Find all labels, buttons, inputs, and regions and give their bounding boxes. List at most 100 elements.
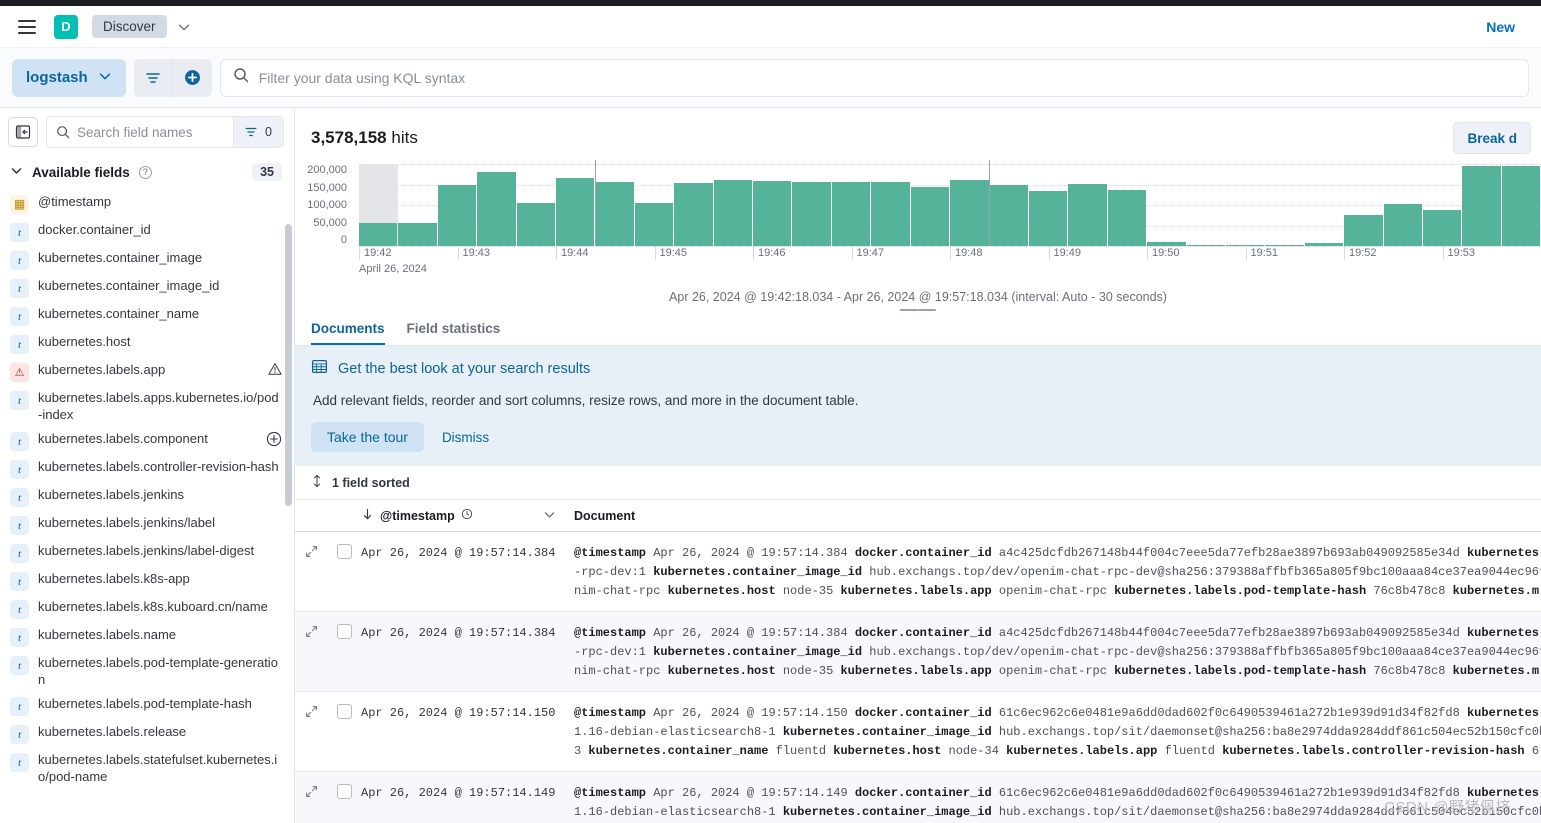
chart-bar[interactable] — [359, 222, 398, 246]
expand-row-icon[interactable] — [295, 532, 327, 611]
menu-icon[interactable] — [14, 14, 40, 40]
add-filter-icon[interactable] — [172, 58, 212, 97]
add-field-icon[interactable] — [260, 431, 282, 447]
table-row[interactable]: Apr 26, 2024 @ 19:57:14.149 @timestamp Ap… — [295, 772, 1541, 823]
row-select-cell[interactable] — [327, 612, 361, 691]
field-list-item[interactable]: t kubernetes.host — [0, 330, 294, 358]
row-select-cell[interactable] — [327, 772, 361, 823]
sidebar-scrollbar[interactable] — [285, 224, 292, 807]
chart-bar[interactable] — [989, 184, 1028, 246]
chart-plot[interactable] — [359, 160, 1541, 247]
chart-bar[interactable] — [831, 181, 871, 246]
chart-bar[interactable] — [556, 177, 595, 246]
chart-bar[interactable] — [516, 202, 556, 246]
field-search-input[interactable] — [77, 124, 234, 140]
chart-bar[interactable] — [477, 172, 516, 246]
sort-bar[interactable]: 1 field sorted — [295, 466, 1541, 500]
field-list-item[interactable]: t kubernetes.labels.jenkins/label-digest — [0, 539, 294, 567]
sidebar-scroll-thumb[interactable] — [285, 224, 292, 506]
field-list-item[interactable]: t kubernetes.labels.statefulset.kubernete… — [0, 748, 294, 789]
take-the-tour-button[interactable]: Take the tour — [311, 422, 424, 452]
chart-bar[interactable] — [1265, 245, 1304, 246]
field-list-item[interactable]: t kubernetes.labels.name — [0, 623, 294, 651]
column-menu-icon[interactable] — [543, 508, 568, 524]
help-icon[interactable]: ? — [138, 165, 152, 179]
chart-bar[interactable] — [1501, 166, 1541, 246]
available-fields-label: Available fields — [32, 164, 130, 180]
field-list-item[interactable]: t kubernetes.labels.pod-template-hash — [0, 692, 294, 720]
chart-bar[interactable] — [674, 183, 713, 246]
doc-field-value: Apr 26, 2024 @ 19:57:14.150 — [653, 706, 848, 720]
breadcrumb[interactable]: Discover — [92, 15, 167, 38]
field-list-item[interactable]: t kubernetes.labels.release — [0, 720, 294, 748]
chart-bar[interactable] — [1462, 166, 1501, 246]
tab-documents[interactable]: Documents — [311, 314, 385, 345]
chart-bar[interactable] — [871, 182, 910, 246]
row-checkbox[interactable] — [336, 624, 352, 639]
field-list-item[interactable]: t kubernetes.container_name — [0, 302, 294, 330]
field-list-item[interactable]: t kubernetes.labels.jenkins/label — [0, 511, 294, 539]
expand-row-icon[interactable] — [295, 612, 327, 691]
chart-bar[interactable] — [910, 187, 950, 246]
chart-bar[interactable] — [792, 182, 831, 246]
row-checkbox[interactable] — [336, 544, 352, 559]
field-list-item[interactable]: ▦ @timestamp — [0, 190, 294, 218]
field-list-item[interactable]: t kubernetes.labels.apps.kubernetes.io/po… — [0, 386, 294, 427]
chart-bar[interactable] — [1147, 241, 1186, 246]
field-list-item[interactable]: t kubernetes.labels.k8s.kuboard.cn/name — [0, 595, 294, 623]
chart-bar[interactable] — [753, 181, 792, 246]
kql-search-bar[interactable] — [219, 58, 1529, 97]
chart-bar[interactable] — [1344, 215, 1383, 246]
new-button[interactable]: New — [1486, 19, 1515, 35]
chart-bar[interactable] — [1107, 189, 1147, 246]
field-list-item[interactable]: t kubernetes.labels.k8s-app — [0, 567, 294, 595]
table-row[interactable]: Apr 26, 2024 @ 19:57:14.384 @timestamp Ap… — [295, 612, 1541, 692]
field-list-item[interactable]: t kubernetes.container_image_id — [0, 274, 294, 302]
expand-row-icon[interactable] — [295, 772, 327, 823]
chevron-down-icon[interactable] — [177, 20, 191, 34]
timestamp-column-header[interactable]: @timestamp — [361, 508, 568, 524]
table-row[interactable]: Apr 26, 2024 @ 19:57:14.384 @timestamp Ap… — [295, 532, 1541, 612]
chart-bar[interactable] — [437, 185, 477, 246]
field-list[interactable]: ▦ @timestamp t docker.container_id t kubernet… — [0, 190, 294, 823]
chart-bar[interactable] — [1068, 183, 1107, 246]
chart-bar[interactable] — [1225, 245, 1265, 246]
field-list-item[interactable]: t kubernetes.labels.pod-template-generati… — [0, 651, 294, 692]
documents-table: @timestamp Document Apr 26, 2024 @ 19:57… — [295, 500, 1541, 823]
chart-bar[interactable] — [713, 180, 753, 246]
available-fields-header[interactable]: Available fields ? 35 — [0, 154, 294, 190]
row-select-cell[interactable] — [327, 692, 361, 771]
row-checkbox[interactable] — [336, 704, 352, 719]
dismiss-button[interactable]: Dismiss — [432, 423, 499, 452]
field-list-item[interactable]: t docker.container_id — [0, 218, 294, 246]
chart-bar[interactable] — [1383, 203, 1422, 246]
table-row[interactable]: Apr 26, 2024 @ 19:57:14.150 @timestamp Ap… — [295, 692, 1541, 772]
search-input[interactable] — [258, 69, 1516, 86]
chart-bar[interactable] — [595, 181, 634, 246]
chart-bar[interactable] — [1422, 209, 1462, 246]
field-list-item[interactable]: ⚠ kubernetes.labels.app — [0, 358, 294, 386]
chart-bar[interactable] — [634, 202, 674, 246]
row-select-cell[interactable] — [327, 532, 361, 611]
tab-field-statistics[interactable]: Field statistics — [407, 314, 501, 345]
panel-resize-handle[interactable] — [295, 304, 1541, 312]
field-list-item[interactable]: t kubernetes.container_image — [0, 246, 294, 274]
breakdown-field-button[interactable]: Break d — [1453, 122, 1531, 154]
collapse-sidebar-icon[interactable] — [8, 117, 38, 147]
expand-row-icon[interactable] — [295, 692, 327, 771]
filter-icon[interactable] — [133, 58, 173, 97]
chart-bar[interactable] — [1186, 245, 1225, 246]
data-view-picker[interactable]: logstash — [12, 58, 126, 97]
space-avatar[interactable]: D — [54, 14, 78, 39]
field-name: docker.container_id — [38, 222, 151, 237]
chart-bar[interactable] — [950, 180, 989, 246]
row-checkbox[interactable] — [336, 784, 352, 799]
field-list-item[interactable]: t kubernetes.labels.controller-revision-h… — [0, 455, 294, 483]
chart-bar[interactable] — [1304, 243, 1344, 246]
field-warning-icon[interactable] — [262, 362, 282, 376]
chart-bar[interactable] — [1028, 191, 1068, 246]
chart-bar[interactable] — [398, 222, 437, 246]
field-filter-button[interactable]: 0 — [233, 117, 283, 147]
field-list-item[interactable]: t kubernetes.labels.component — [0, 427, 294, 455]
field-list-item[interactable]: t kubernetes.labels.jenkins — [0, 483, 294, 511]
